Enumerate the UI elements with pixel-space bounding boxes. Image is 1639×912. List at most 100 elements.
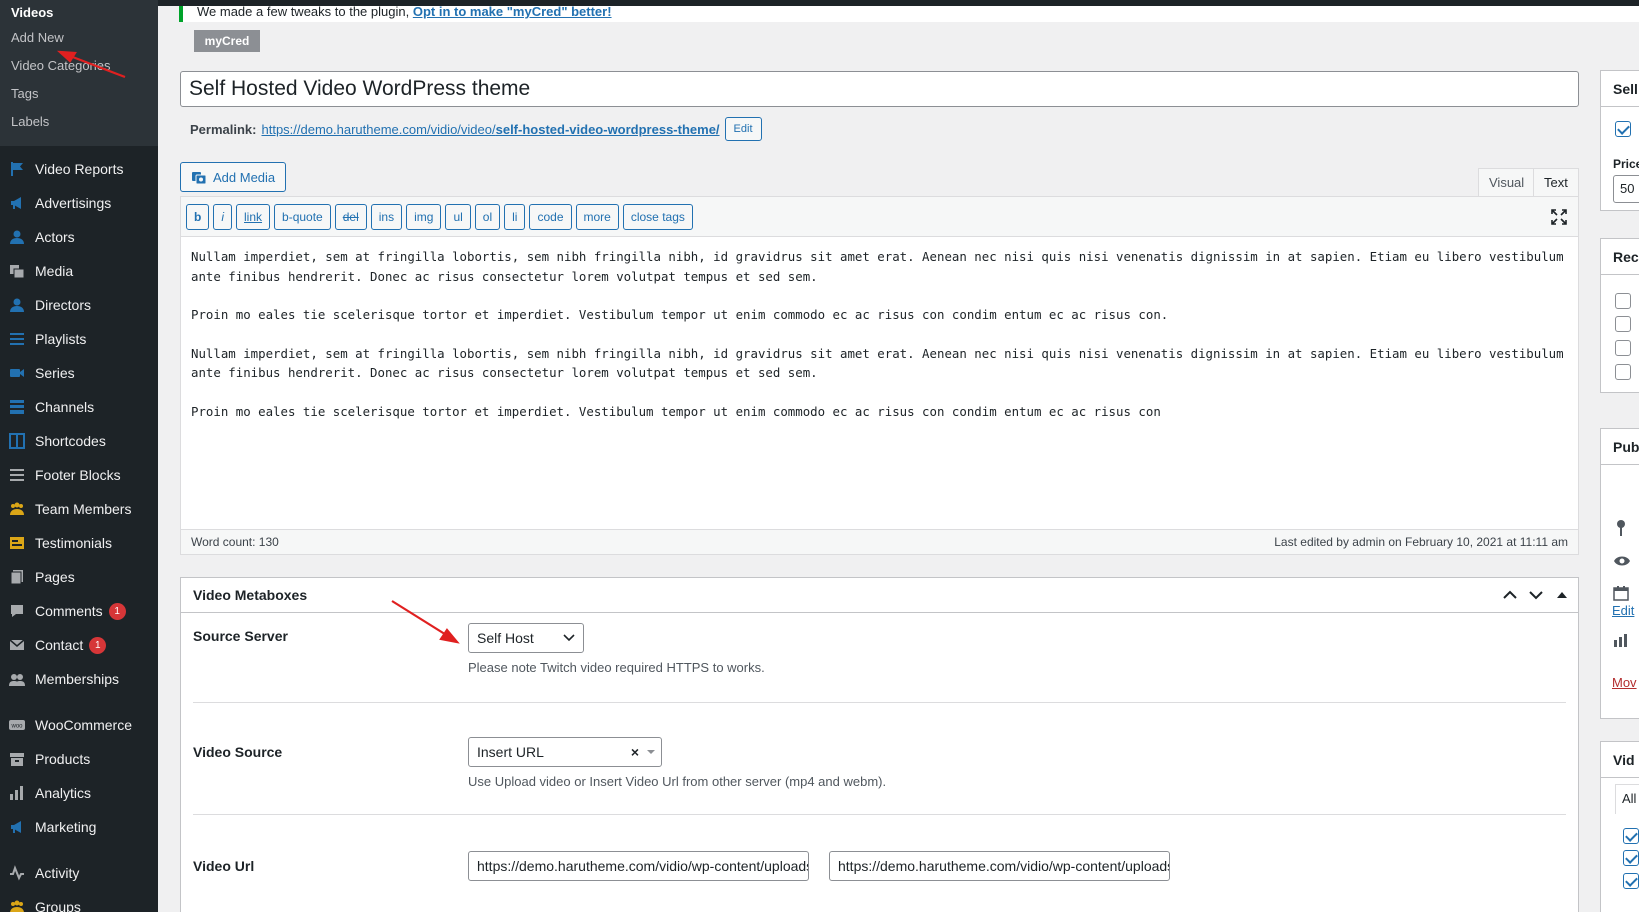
menu-icon — [9, 467, 25, 483]
sidebar-item-label: Team Members — [35, 501, 132, 517]
add-media-button[interactable]: Add Media — [180, 162, 286, 192]
sidebar-item-label: Contact — [35, 637, 84, 653]
archive-icon — [9, 751, 25, 767]
qt-close-tags-button[interactable]: close tags — [622, 203, 693, 230]
qt-link-button[interactable]: link — [236, 203, 271, 230]
sidebar-item-video-reports[interactable]: Video Reports — [0, 152, 158, 186]
checkbox[interactable] — [1623, 828, 1639, 844]
sidebar-item-media[interactable]: Media — [0, 254, 158, 288]
move-to-trash-link[interactable]: Mov — [1612, 675, 1637, 690]
sidebar-item-label: Pages — [35, 569, 75, 585]
qt-bquote-button[interactable]: b-quote — [274, 203, 331, 230]
submenu-tags[interactable]: Tags — [0, 80, 158, 108]
sidebar-item-memberships[interactable]: Memberships — [0, 662, 158, 696]
sidebar-item-footer-blocks[interactable]: Footer Blocks — [0, 458, 158, 492]
admin-sidebar: Videos Add New Video Categories Tags Lab… — [0, 0, 158, 912]
submenu-title[interactable]: Videos — [0, 0, 158, 24]
sidebar-item-comments[interactable]: Comments 1 — [0, 594, 158, 628]
permalink-slug: self-hosted-video-wordpress-theme/ — [495, 121, 720, 137]
video-url-input-2[interactable]: https://demo.harutheme.com/vidio/wp-cont… — [829, 851, 1170, 881]
permalink-link[interactable]: https://demo.harutheme.com/vidio/video/s… — [261, 122, 719, 137]
sidebar-item-shortcodes[interactable]: Shortcodes — [0, 424, 158, 458]
sidebar-item-activity[interactable]: Activity — [0, 856, 158, 890]
checkbox[interactable] — [1615, 340, 1631, 356]
source-server-select[interactable]: Self Host — [468, 623, 584, 653]
qt-code-button[interactable]: code — [529, 203, 572, 230]
qt-ol-button[interactable]: ol — [474, 203, 501, 230]
sell-checkbox[interactable] — [1615, 121, 1631, 137]
publish-box-title[interactable]: Pub — [1601, 429, 1639, 465]
publish-box: Pub Edit Mov — [1600, 428, 1639, 719]
sidebar-item-marketing[interactable]: Marketing — [0, 810, 158, 844]
video-url-input-1[interactable]: https://demo.harutheme.com/vidio/wp-cont… — [468, 851, 809, 881]
sidebar-item-channels[interactable]: Channels — [0, 390, 158, 424]
checkbox[interactable] — [1615, 364, 1631, 380]
publish-edit-link[interactable]: Edit — [1612, 603, 1634, 618]
clear-icon[interactable]: × — [631, 738, 639, 766]
qt-italic-button[interactable]: i — [213, 203, 233, 230]
mycred-tab[interactable]: myCred — [194, 30, 260, 52]
fullscreen-icon[interactable] — [1550, 208, 1568, 226]
qt-more-button[interactable]: more — [575, 203, 619, 230]
qt-ins-button[interactable]: ins — [370, 203, 403, 230]
sidebar-item-woocommerce[interactable]: woo WooCommerce — [0, 708, 158, 742]
sidebar-item-analytics[interactable]: Analytics — [0, 776, 158, 810]
editor-paragraph: Nullam imperdiet, sem at fringilla lobor… — [191, 345, 1564, 381]
permalink-edit-button[interactable]: Edit — [724, 117, 762, 141]
move-down-icon[interactable] — [1528, 586, 1544, 604]
sidebar-item-directors[interactable]: Directors — [0, 288, 158, 322]
tab-visual[interactable]: Visual — [1478, 168, 1536, 196]
tab-text[interactable]: Text — [1533, 168, 1579, 196]
notice-opt-in-link[interactable]: Opt in to make "myCred" better! — [413, 6, 612, 19]
qt-img-button[interactable]: img — [406, 203, 442, 230]
sidebar-item-testimonials[interactable]: Testimonials — [0, 526, 158, 560]
sidebar-item-playlists[interactable]: Playlists — [0, 322, 158, 356]
sidebar-item-label: Series — [35, 365, 75, 381]
qt-bold-button[interactable]: b — [186, 203, 210, 230]
price-label: Price — [1613, 157, 1639, 171]
submenu-video-categories[interactable]: Video Categories — [0, 52, 158, 80]
sidebar-item-label: Testimonials — [35, 535, 113, 551]
editor-textarea[interactable]: Nullam imperdiet, sem at fringilla lobor… — [181, 237, 1578, 531]
price-input[interactable]: 50 — [1613, 175, 1639, 203]
sidebar-item-products[interactable]: Products — [0, 742, 158, 776]
move-up-icon[interactable] — [1502, 586, 1518, 604]
checkbox[interactable] — [1623, 850, 1639, 866]
sidebar-item-actors[interactable]: Actors — [0, 220, 158, 254]
qt-li-button[interactable]: li — [504, 203, 526, 230]
sidebar-item-label: Groups — [35, 899, 81, 912]
comment-icon — [9, 603, 25, 619]
video-source-select[interactable]: Insert URL × — [468, 737, 662, 767]
chart-icon — [9, 785, 25, 801]
sidebar-item-label: WooCommerce — [35, 717, 132, 733]
post-title-input[interactable]: Self Hosted Video WordPress theme — [180, 71, 1579, 107]
checkbox[interactable] — [1615, 293, 1631, 309]
sidebar-item-label: Memberships — [35, 671, 120, 687]
pin-icon — [1615, 519, 1627, 540]
sidebar-item-pages[interactable]: Pages — [0, 560, 158, 594]
checkbox[interactable] — [1615, 316, 1631, 332]
sidebar-item-groups[interactable]: Groups — [0, 890, 158, 912]
sidebar-item-series[interactable]: Series — [0, 356, 158, 390]
sidebar-item-label: Directors — [35, 297, 92, 313]
category-tab-all[interactable]: All — [1615, 784, 1639, 814]
sidebar-item-label: Products — [35, 751, 91, 767]
sidebar-item-team-members[interactable]: Team Members — [0, 492, 158, 526]
video-source-row: Video Source Insert URL × Use Upload vid… — [193, 737, 1566, 800]
qt-del-button[interactable]: del — [334, 203, 367, 230]
video-categories-box-title[interactable]: Vid — [1601, 742, 1639, 778]
sidebar-item-label: Actors — [35, 229, 75, 245]
sidebar-item-advertisings[interactable]: Advertisings — [0, 186, 158, 220]
collapse-toggle-icon[interactable] — [1554, 586, 1570, 604]
submenu-add-new[interactable]: Add New — [0, 24, 158, 52]
sidebar-item-contact[interactable]: Contact 1 — [0, 628, 158, 662]
sidebar-item-label: Comments — [35, 603, 103, 619]
qt-ul-button[interactable]: ul — [445, 203, 471, 230]
checkbox[interactable] — [1623, 873, 1639, 889]
woo-icon: woo — [9, 717, 25, 733]
submenu-labels[interactable]: Labels — [0, 108, 158, 136]
channels-icon — [9, 399, 25, 415]
sell-box-title[interactable]: Sell — [1601, 71, 1639, 107]
recommend-box-title[interactable]: Rec — [1601, 239, 1639, 275]
megaphone-icon — [9, 819, 25, 835]
